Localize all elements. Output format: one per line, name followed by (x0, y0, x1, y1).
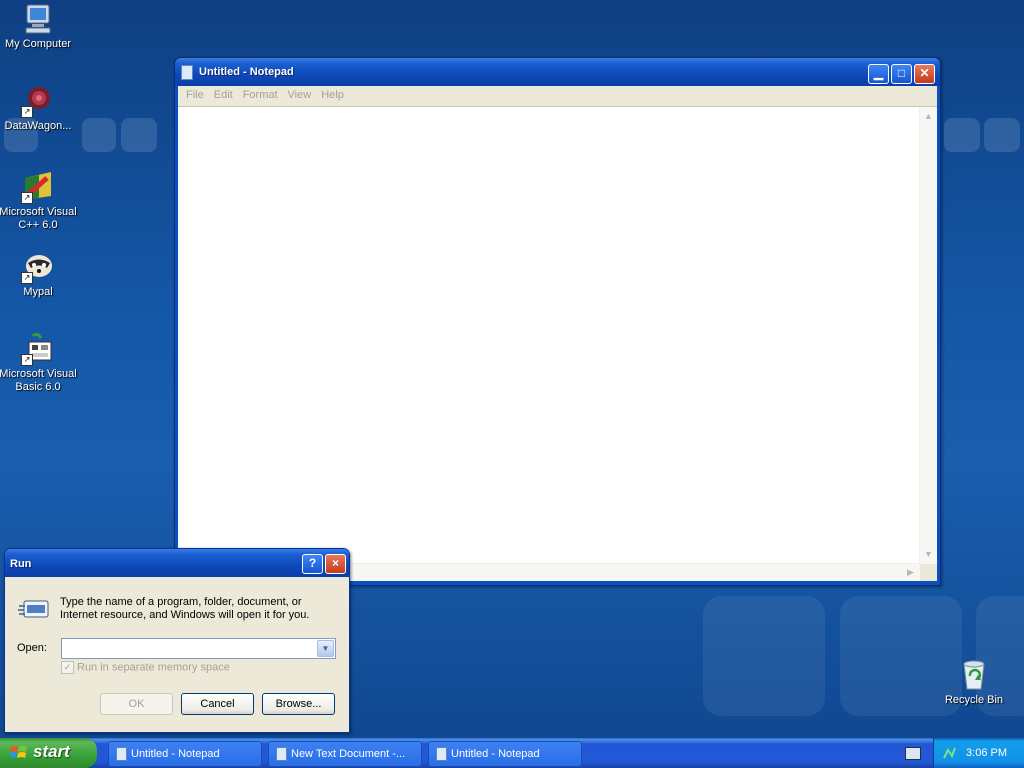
mypal-icon: ↗ (21, 250, 55, 284)
checkbox-icon: ✓ (61, 661, 74, 674)
visual-basic-icon: ↗ (21, 332, 55, 366)
text-editor[interactable]: ▲ ▼ ▶ (178, 107, 937, 581)
run-description: Type the name of a program, folder, docu… (60, 596, 310, 621)
dialog-title: Run (10, 558, 32, 570)
menu-bar: File Edit Format View Help (178, 86, 937, 107)
network-icon[interactable] (942, 746, 956, 760)
notepad-icon (181, 65, 193, 80)
shortcut-arrow-icon: ↗ (21, 192, 33, 204)
help-button[interactable]: ? (302, 554, 323, 574)
size-grip[interactable] (920, 564, 937, 581)
desktop-icon-visual-cpp[interactable]: ↗ Microsoft Visual C++ 6.0 (0, 170, 78, 232)
bg-tile (703, 596, 825, 716)
close-button[interactable]: × (325, 554, 346, 574)
notepad-window: Untitled - Notepad ▁ □ ✕ File Edit Format V… (174, 57, 941, 586)
desktop-icon-mypal[interactable]: ↗ Mypal (0, 250, 78, 299)
desktop-icon-label: Mypal (23, 286, 53, 298)
separate-memory-checkbox: ✓ Run in separate memory space (61, 661, 230, 674)
notepad-titlebar[interactable]: Untitled - Notepad ▁ □ ✕ (175, 58, 940, 86)
desktop-icon-label: My Computer (4, 38, 72, 50)
clock[interactable]: 3:06 PM (966, 747, 1007, 759)
taskbar-item-notepad-2[interactable]: Untitled - Notepad (428, 741, 582, 767)
desktop-icon-label: Microsoft Visual Basic 6.0 (0, 368, 77, 393)
chevron-down-icon[interactable]: ▼ (317, 640, 334, 657)
desktop-icon-label: Microsoft Visual C++ 6.0 (0, 206, 77, 231)
close-button[interactable]: ✕ (914, 64, 935, 84)
taskbar-item-notepad-1[interactable]: Untitled - Notepad (108, 741, 262, 767)
scroll-right-icon[interactable]: ▶ (903, 565, 918, 580)
open-label: Open: (17, 642, 47, 654)
desktop: My Computer ↗ DataWagon... ↗ Microsoft V… (0, 0, 1024, 738)
desktop-icon-label: Recycle Bin (944, 694, 1004, 706)
run-titlebar[interactable]: Run ? × (5, 549, 349, 577)
menu-file[interactable]: File (184, 86, 206, 104)
taskbar: start Untitled - Notepad New Text Docume… (0, 738, 1024, 768)
vertical-scrollbar[interactable]: ▲ ▼ (919, 107, 937, 564)
bg-tile (984, 118, 1020, 152)
taskbar-item-new-text-document[interactable]: New Text Document -... (268, 741, 422, 767)
desktop-icon-recycle-bin[interactable]: Recycle Bin (934, 658, 1014, 707)
visual-cpp-icon: ↗ (21, 170, 55, 204)
maximize-button[interactable]: □ (891, 64, 912, 84)
run-dialog: Run ? × Type the name of a program, fold… (4, 548, 350, 733)
task-label: Untitled - Notepad (451, 748, 540, 760)
notepad-icon (436, 747, 447, 761)
recycle-bin-icon (957, 658, 991, 692)
run-icon (18, 597, 50, 623)
open-combobox[interactable]: ▼ (61, 638, 336, 659)
start-label: start (33, 742, 70, 761)
bg-tile (121, 118, 157, 152)
shortcut-arrow-icon: ↗ (21, 106, 33, 118)
desktop-icon-label: DataWagon... (4, 120, 72, 132)
minimize-button[interactable]: ▁ (868, 64, 889, 84)
shortcut-arrow-icon: ↗ (21, 272, 33, 284)
shortcut-arrow-icon: ↗ (21, 354, 33, 366)
desktop-icon-visual-basic[interactable]: ↗ Microsoft Visual Basic 6.0 (0, 332, 78, 394)
notepad-icon (116, 747, 127, 761)
window-title: Untitled - Notepad (199, 66, 294, 78)
menu-view[interactable]: View (286, 86, 314, 104)
start-button[interactable]: start (0, 738, 97, 768)
keyboard-icon[interactable] (905, 747, 921, 760)
menu-help[interactable]: Help (319, 86, 346, 104)
menu-edit[interactable]: Edit (212, 86, 235, 104)
desktop-icon-my-computer[interactable]: My Computer (0, 2, 78, 51)
system-tray: 3:06 PM (933, 738, 1024, 768)
checkbox-label: Run in separate memory space (77, 661, 230, 674)
task-label: New Text Document -... (291, 748, 406, 760)
scroll-down-icon[interactable]: ▼ (921, 547, 936, 562)
task-label: Untitled - Notepad (131, 748, 220, 760)
windows-logo-icon (9, 745, 28, 761)
notepad-icon (276, 747, 287, 761)
bg-tile (944, 118, 980, 152)
computer-icon (21, 2, 55, 36)
bg-tile (82, 118, 116, 152)
desktop-icon-datawagon[interactable]: ↗ DataWagon... (0, 84, 78, 133)
cancel-button[interactable]: Cancel (181, 693, 254, 715)
browse-button[interactable]: Browse... (262, 693, 335, 715)
menu-format[interactable]: Format (241, 86, 280, 104)
ok-button[interactable]: OK (100, 693, 173, 715)
datawagon-icon: ↗ (21, 84, 55, 118)
scroll-up-icon[interactable]: ▲ (921, 109, 936, 124)
